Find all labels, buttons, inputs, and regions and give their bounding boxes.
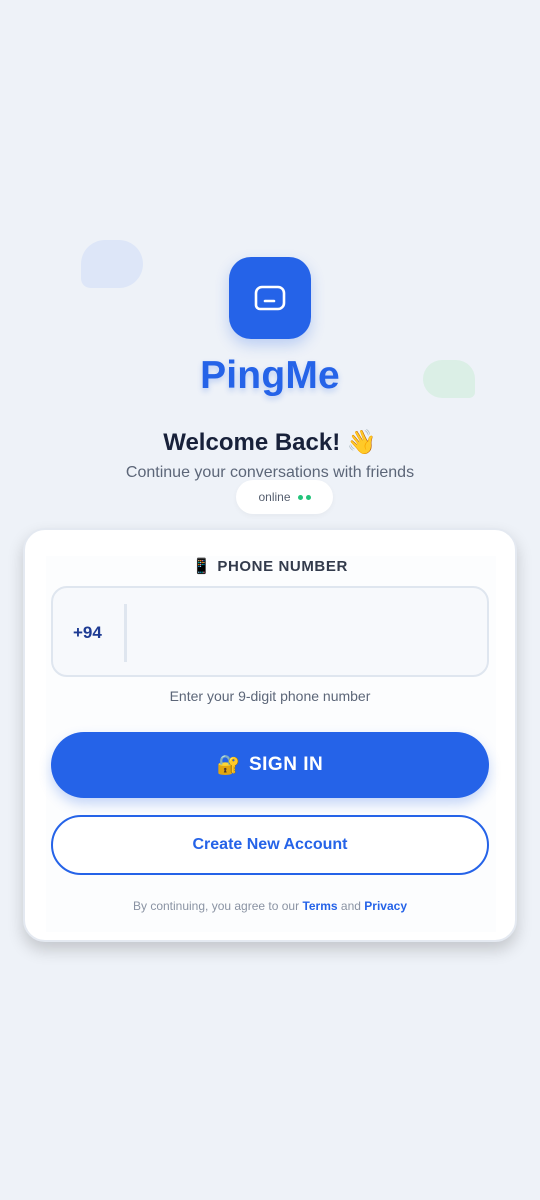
online-status-text: online [258,490,291,504]
welcome-heading: Welcome Back! 👋 [163,429,377,456]
legal-notice: By continuing, you agree to our Terms an… [0,899,540,913]
phone-number-input[interactable] [135,598,479,667]
phone-number-label-text: PHONE NUMBER [217,558,348,575]
privacy-link[interactable]: Privacy [364,899,407,913]
decorative-bubble-blue [81,240,143,288]
country-code[interactable]: +94 [73,623,102,643]
create-account-button[interactable]: Create New Account [51,815,489,875]
app-name: PingMe [200,354,340,397]
sign-in-button[interactable]: 🔐 SIGN IN [51,732,489,798]
mobile-phone-icon: 📱 [192,558,212,575]
legal-and: and [340,899,361,913]
country-code-divider [124,604,127,662]
app-logo [229,257,311,339]
sign-in-button-label: SIGN IN [248,754,324,775]
lock-with-key-icon: 🔐 [216,755,241,776]
legal-prefix: By continuing, you agree to our [132,899,300,913]
phone-helper-text: Enter your 9-digit phone number [169,688,371,704]
phone-number-field[interactable]: +94 [51,586,489,677]
chat-bubble-icon [254,285,286,311]
phone-number-label: 📱 PHONE NUMBER [0,557,540,575]
online-status-badge: online [236,480,333,514]
typing-dots-icon [297,494,311,500]
terms-link[interactable]: Terms [302,899,337,913]
create-account-button-label: Create New Account [192,836,348,853]
